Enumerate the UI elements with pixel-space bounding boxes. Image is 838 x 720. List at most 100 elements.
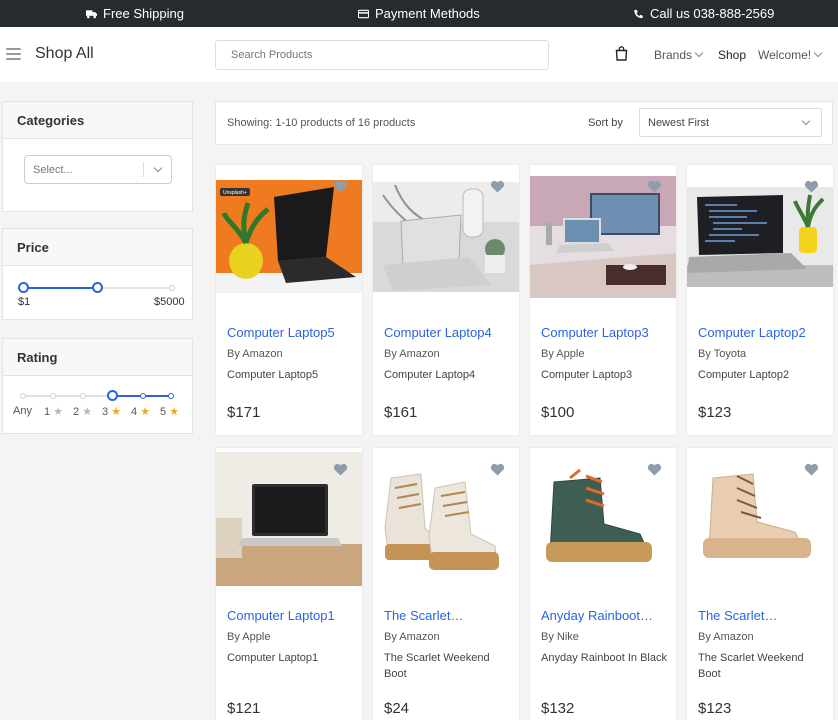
sort-select[interactable]: Newest First xyxy=(639,108,822,137)
product-card[interactable]: The Scarlet… By Amazon The Scarlet Weeke… xyxy=(686,447,834,720)
categories-title: Categories xyxy=(3,102,192,139)
product-card[interactable]: Anyday Rainboot… By Nike Anyday Rainboot… xyxy=(529,447,677,720)
search-input[interactable] xyxy=(215,40,549,70)
menu-icon[interactable] xyxy=(6,48,21,60)
product-card[interactable]: Unsplash+ Computer Laptop5 By Amazon Com… xyxy=(215,164,363,436)
payment-methods-link[interactable]: Payment Methods xyxy=(358,6,480,21)
product-image[interactable] xyxy=(530,448,676,591)
star-icon: ★ xyxy=(82,406,93,418)
product-brand: By Amazon xyxy=(384,631,440,643)
by-label: By xyxy=(384,631,397,643)
by-label: By xyxy=(698,348,711,360)
product-image[interactable]: Unsplash+ xyxy=(216,165,362,308)
rating-label-5-text: 5 xyxy=(160,406,167,418)
product-brand: By Amazon xyxy=(384,348,440,360)
product-description: Computer Laptop2 xyxy=(698,369,790,381)
rating-stop-2[interactable] xyxy=(80,393,86,399)
product-brand: By Nike xyxy=(541,631,579,643)
heart-icon[interactable] xyxy=(647,180,662,193)
shopping-bag-icon[interactable] xyxy=(615,46,628,61)
heart-icon[interactable] xyxy=(490,463,505,476)
category-select-placeholder: Select... xyxy=(33,164,73,176)
rating-label-2: 2 ★ xyxy=(73,405,92,418)
product-card[interactable]: Computer Laptop1 By Apple Computer Lapto… xyxy=(215,447,363,720)
chevron-down-icon xyxy=(694,48,704,58)
price-min-handle[interactable] xyxy=(18,282,29,293)
nav-brands-label: Brands xyxy=(654,48,693,62)
brand-name: Apple xyxy=(242,631,271,643)
product-price: $121 xyxy=(227,700,261,717)
heart-icon[interactable] xyxy=(490,180,505,193)
heart-icon[interactable] xyxy=(804,180,819,193)
star-icon: ★ xyxy=(169,406,180,418)
rating-label-2-text: 2 xyxy=(73,406,80,418)
product-price: $24 xyxy=(384,700,410,717)
nav-shop-link[interactable]: Shop xyxy=(718,48,746,62)
brand-name: Amazon xyxy=(399,631,440,643)
price-min-label: $1 xyxy=(18,296,31,308)
nav-welcome-dropdown[interactable]: Welcome! xyxy=(758,48,823,62)
rating-stop-1[interactable] xyxy=(50,393,56,399)
product-description: Computer Laptop3 xyxy=(541,369,633,381)
sort-select-value: Newest First xyxy=(648,117,710,129)
brand-name: Toyota xyxy=(713,348,747,360)
by-label: By xyxy=(227,348,240,360)
rating-label-4: 4 ★ xyxy=(131,405,150,418)
heart-icon[interactable] xyxy=(333,463,348,476)
brand-name: Apple xyxy=(556,348,585,360)
product-image[interactable] xyxy=(687,448,833,591)
product-card[interactable]: The Scarlet… By Amazon The Scarlet Weeke… xyxy=(372,447,520,720)
product-description: Computer Laptop1 xyxy=(227,652,319,664)
product-card[interactable]: Computer Laptop3 By Apple Computer Lapto… xyxy=(529,164,677,436)
product-title[interactable]: Computer Laptop4 xyxy=(384,325,514,340)
product-image[interactable] xyxy=(373,448,519,591)
heart-icon[interactable] xyxy=(647,463,662,476)
chevron-down-icon xyxy=(801,116,811,126)
product-image[interactable] xyxy=(373,165,519,308)
product-price: $123 xyxy=(698,700,732,717)
by-label: By xyxy=(384,348,397,360)
nav-brands-dropdown[interactable]: Brands xyxy=(654,48,704,62)
sort-by-label: Sort by xyxy=(588,117,623,129)
call-us-link[interactable]: Call us 038-888-2569 xyxy=(633,6,774,21)
product-title[interactable]: Computer Laptop5 xyxy=(227,325,357,340)
rating-label-1: 1 ★ xyxy=(44,405,63,418)
rating-handle[interactable] xyxy=(107,390,118,401)
product-card[interactable]: Computer Laptop4 By Amazon Computer Lapt… xyxy=(372,164,520,436)
heart-icon[interactable] xyxy=(333,180,348,193)
product-brand: By Toyota xyxy=(698,348,746,360)
product-brand: By Amazon xyxy=(698,631,754,643)
price-max-handle[interactable] xyxy=(92,282,103,293)
product-image[interactable] xyxy=(216,448,362,591)
showing-label: Showing: xyxy=(227,117,273,129)
product-title[interactable]: Anyday Rainboot… xyxy=(541,608,671,623)
brand-name: Nike xyxy=(556,631,579,643)
truck-icon xyxy=(86,9,97,18)
rating-title: Rating xyxy=(3,339,192,376)
phone-icon xyxy=(634,9,643,18)
price-slider-end-dot xyxy=(169,285,175,291)
product-image[interactable] xyxy=(530,165,676,308)
product-title[interactable]: Computer Laptop3 xyxy=(541,325,671,340)
product-title[interactable]: Computer Laptop2 xyxy=(698,325,828,340)
unsplash-badge: Unsplash+ xyxy=(223,190,247,196)
free-shipping-notice: Free Shipping xyxy=(86,6,184,21)
category-select[interactable]: Select... xyxy=(24,155,172,184)
heart-icon[interactable] xyxy=(804,463,819,476)
product-title[interactable]: The Scarlet… xyxy=(698,608,828,623)
product-image[interactable] xyxy=(687,165,833,308)
product-description: The Scarlet Weekend Boot xyxy=(698,652,804,680)
top-bar: Free Shipping Payment Methods Call us 03… xyxy=(0,0,838,27)
showing-text: 1-10 products of 16 products xyxy=(275,117,416,129)
rating-stop-any[interactable] xyxy=(20,393,26,399)
price-title: Price xyxy=(3,229,192,266)
rating-stop-5[interactable] xyxy=(168,393,174,399)
product-card[interactable]: Computer Laptop2 By Toyota Computer Lapt… xyxy=(686,164,834,436)
product-brand: By Apple xyxy=(541,348,584,360)
payment-methods-label: Payment Methods xyxy=(375,6,480,21)
product-title[interactable]: The Scarlet… xyxy=(384,608,514,623)
brand-name: Amazon xyxy=(713,631,754,643)
select-separator xyxy=(143,162,144,177)
rating-stop-4[interactable] xyxy=(140,393,146,399)
product-title[interactable]: Computer Laptop1 xyxy=(227,608,357,623)
